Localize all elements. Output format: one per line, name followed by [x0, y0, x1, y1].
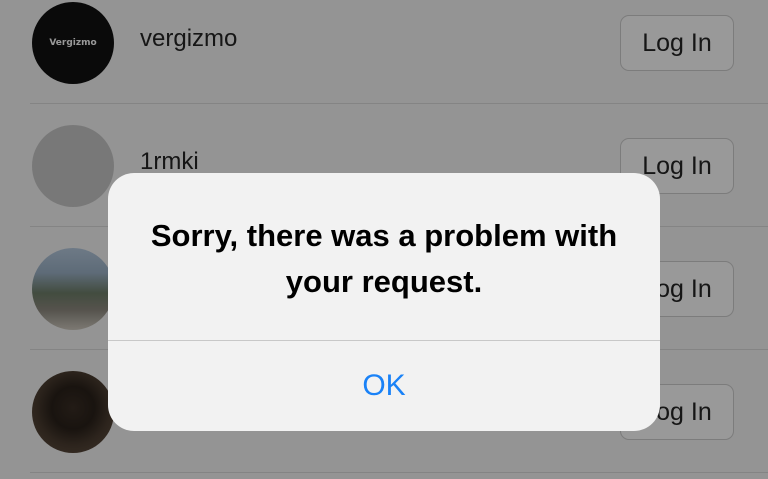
alert-dialog: Sorry, there was a problem with your req…	[108, 173, 660, 431]
screen: Vergizmo vergizmo Log In 1rmki Log In Lo…	[0, 0, 768, 479]
ok-button[interactable]: OK	[108, 341, 660, 431]
alert-message: Sorry, there was a problem with your req…	[150, 218, 618, 299]
